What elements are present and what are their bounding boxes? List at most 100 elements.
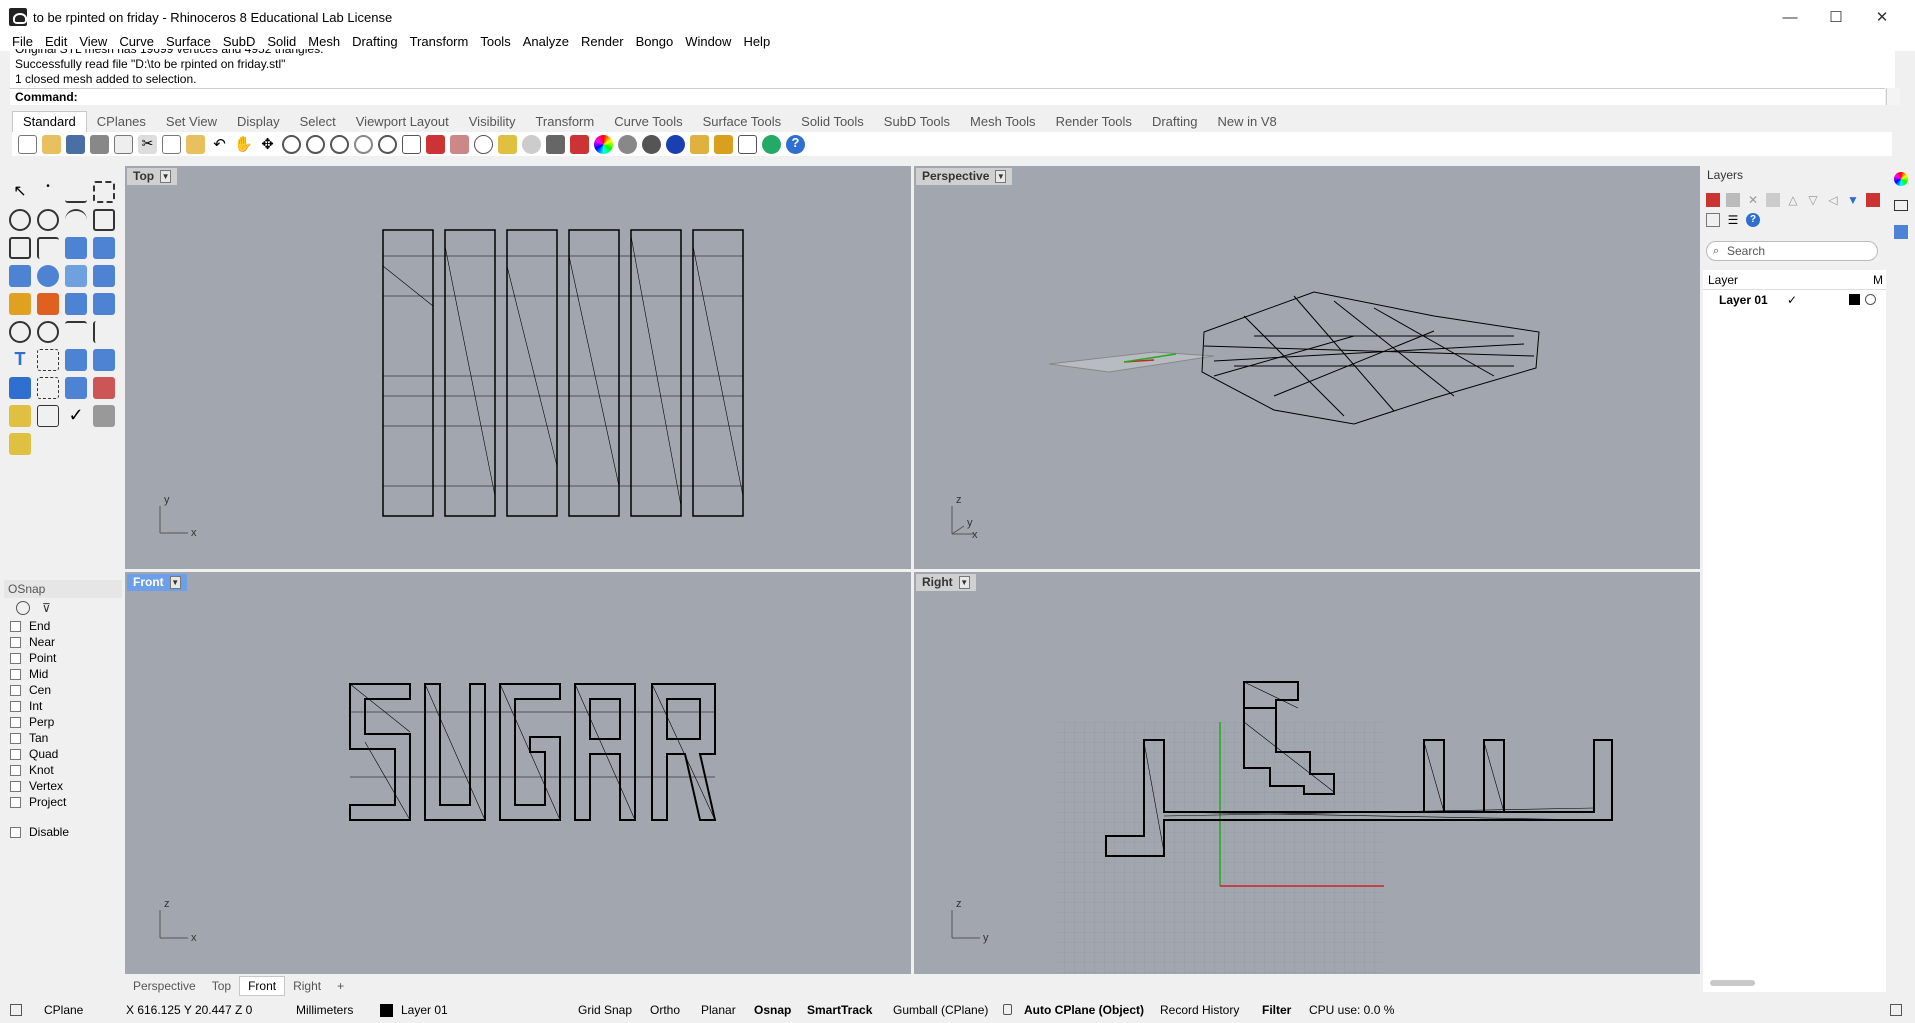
circle-icon[interactable] [9,209,31,231]
select-arrow-icon[interactable]: ↖ [9,181,31,203]
viewport-tab-perspective[interactable]: Perspective [125,977,204,995]
menu-help[interactable]: Help [737,34,776,49]
split-icon[interactable] [65,293,87,315]
point-icon[interactable]: • [37,181,59,203]
osnap-int[interactable]: Int [4,698,122,714]
explode-icon[interactable] [37,293,59,315]
menu-window[interactable]: Window [679,34,737,49]
offset-icon[interactable] [65,321,87,343]
extrude-icon[interactable] [93,237,115,259]
tab-solid-tools[interactable]: Solid Tools [791,112,874,132]
rotate-view-icon[interactable]: ✥ [258,135,277,154]
layer-row[interactable]: Layer 01 ✓ [1703,290,1886,310]
checkbox[interactable] [10,732,21,744]
layer-list-icon[interactable]: ☰ [1726,213,1740,227]
open-file-icon[interactable] [42,134,61,154]
checkbox[interactable] [10,796,21,808]
status-ortho[interactable]: Ortho [650,1003,680,1017]
front-viewport[interactable]: Front ▼ z x [125,572,911,974]
tab-viewport-layout[interactable]: Viewport Layout [346,112,459,132]
save-icon[interactable] [66,134,85,154]
viewport-tab-top[interactable]: Top [204,977,239,995]
add-viewport-icon[interactable]: + [329,977,352,995]
array-icon[interactable] [65,377,87,399]
lock-icon[interactable] [1003,1004,1012,1015]
osnap-disable[interactable]: Disable [4,824,122,840]
paint-icon[interactable] [9,405,31,427]
pan-icon[interactable]: ✋ [234,135,253,154]
gear-tool-icon[interactable] [9,293,31,315]
osnap-quad[interactable]: Quad [4,746,122,762]
trim-icon[interactable] [93,293,115,315]
menu-view[interactable]: View [73,34,113,49]
help-icon[interactable]: ? [1746,213,1760,227]
paste-icon[interactable] [186,134,205,154]
filter-icon[interactable]: ▼ [1846,193,1860,207]
status-grid-snap[interactable]: Grid Snap [578,1003,632,1017]
move-down-icon[interactable]: ▽ [1806,193,1820,207]
menu-bongo[interactable]: Bongo [630,34,680,49]
tab-select[interactable]: Select [290,112,346,132]
panel-toggle-right-icon[interactable] [1890,1004,1902,1016]
rectangle-icon[interactable] [93,209,115,231]
polyline-icon[interactable] [65,181,87,203]
boolean-diff-icon[interactable] [37,321,59,343]
tab-curve-tools[interactable]: Curve Tools [604,112,692,132]
osnap-mid[interactable]: Mid [4,666,122,682]
osnap-mode-icon[interactable] [16,601,30,615]
polygon-icon[interactable] [9,237,31,259]
menu-surface[interactable]: Surface [160,34,217,49]
checkbox[interactable] [10,668,21,680]
new-sublayer-icon[interactable] [1726,193,1740,207]
checkbox[interactable] [10,684,21,696]
layer-search-input[interactable]: ⌕ Search [1706,241,1878,261]
osnap-project[interactable]: Project [4,794,122,810]
menu-file[interactable]: File [6,34,39,49]
osnap-vertex[interactable]: Vertex [4,778,122,794]
cut-icon[interactable]: ✂ [138,134,157,154]
maximize-button[interactable]: ☐ [1813,0,1859,34]
top-viewport[interactable]: Top ▼ y x [125,166,911,569]
brush-icon[interactable] [9,433,31,455]
print-icon[interactable] [90,134,109,154]
checkbox[interactable] [10,716,21,728]
tab-standard[interactable]: Standard [12,111,87,132]
scale-icon[interactable] [93,349,115,371]
check-icon[interactable]: ✓ [65,405,87,427]
render-lights-icon[interactable] [690,134,709,154]
status-planar[interactable]: Planar [701,1003,736,1017]
menu-curve[interactable]: Curve [113,34,160,49]
panel-toggle-icon[interactable] [10,1004,22,1016]
status-record-history[interactable]: Record History [1160,1003,1239,1017]
menu-mesh[interactable]: Mesh [302,34,346,49]
ellipse-icon[interactable] [37,209,59,231]
tab-subd-tools[interactable]: SubD Tools [874,112,960,132]
layer-color-swatch[interactable] [1849,294,1860,305]
viewport-tab-right[interactable]: Right [285,977,329,995]
checkbox[interactable] [10,652,21,664]
undo-view-icon[interactable] [378,134,397,154]
status-osnap[interactable]: Osnap [754,1003,791,1017]
select-car-icon[interactable] [450,134,469,154]
wireframe-sphere-icon[interactable] [618,134,637,154]
color-wheel-icon[interactable] [594,134,613,154]
menu-transform[interactable]: Transform [404,34,475,49]
status-auto-cplane[interactable]: Auto CPlane (Object) [1024,1003,1144,1017]
zoom-selected-icon[interactable] [354,134,373,154]
move-icon[interactable] [65,349,87,371]
plane-icon[interactable] [93,265,115,287]
checkbox[interactable] [10,826,21,838]
menu-analyze[interactable]: Analyze [517,34,575,49]
minimize-button[interactable]: — [1767,0,1813,34]
analyze-icon[interactable] [93,405,115,427]
cylinder-icon[interactable] [65,265,87,287]
duplicate-layer-icon[interactable] [1766,193,1780,207]
group-icon[interactable] [37,405,59,427]
checkbox[interactable] [10,620,21,632]
status-gumball[interactable]: Gumball (CPlane) [893,1003,988,1017]
filter-icon[interactable]: ⊽ [42,601,51,615]
checkbox[interactable] [10,764,21,776]
status-smarttrack[interactable]: SmartTrack [807,1003,872,1017]
menu-drafting[interactable]: Drafting [346,34,404,49]
new-file-icon[interactable] [18,134,37,154]
